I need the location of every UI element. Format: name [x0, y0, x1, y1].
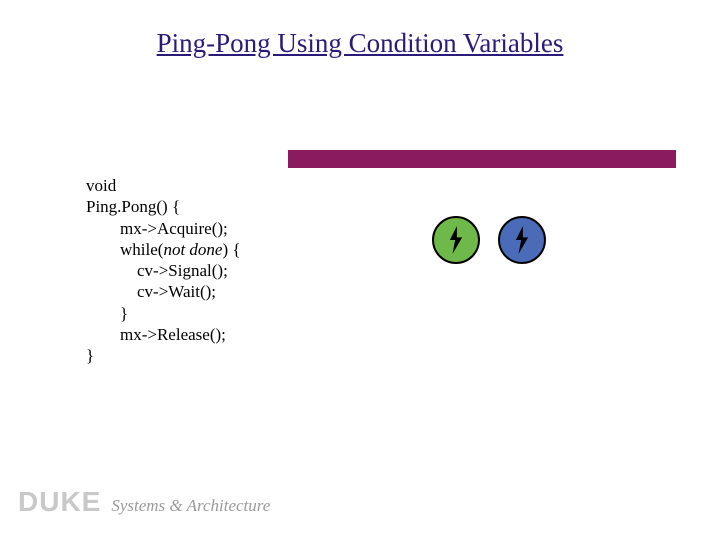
code-line: Ping.Pong() { — [86, 197, 180, 216]
lightning-bolt-icon — [447, 226, 465, 254]
slide-title: Ping-Pong Using Condition Variables — [0, 28, 720, 59]
footer: DUKE Systems & Architecture — [18, 486, 270, 518]
code-line: while( — [86, 240, 163, 259]
code-line: void — [86, 176, 116, 195]
code-italic: not done — [163, 240, 222, 259]
code-line: mx->Acquire(); — [86, 219, 228, 238]
footer-subtitle: Systems & Architecture — [111, 496, 270, 516]
code-line: cv->Wait(); — [86, 282, 216, 301]
code-block: void Ping.Pong() { mx->Acquire(); while(… — [86, 175, 241, 366]
code-line: mx->Release(); — [86, 325, 226, 344]
lightning-bolt-icon — [513, 226, 531, 254]
thread-circle-green — [432, 216, 480, 264]
code-line: cv->Signal(); — [86, 261, 228, 280]
code-line: } — [86, 304, 128, 323]
accent-bar — [288, 150, 676, 168]
thread-circle-blue — [498, 216, 546, 264]
footer-logo: DUKE — [18, 486, 101, 518]
code-line: } — [86, 346, 94, 365]
code-line: ) { — [222, 240, 240, 259]
